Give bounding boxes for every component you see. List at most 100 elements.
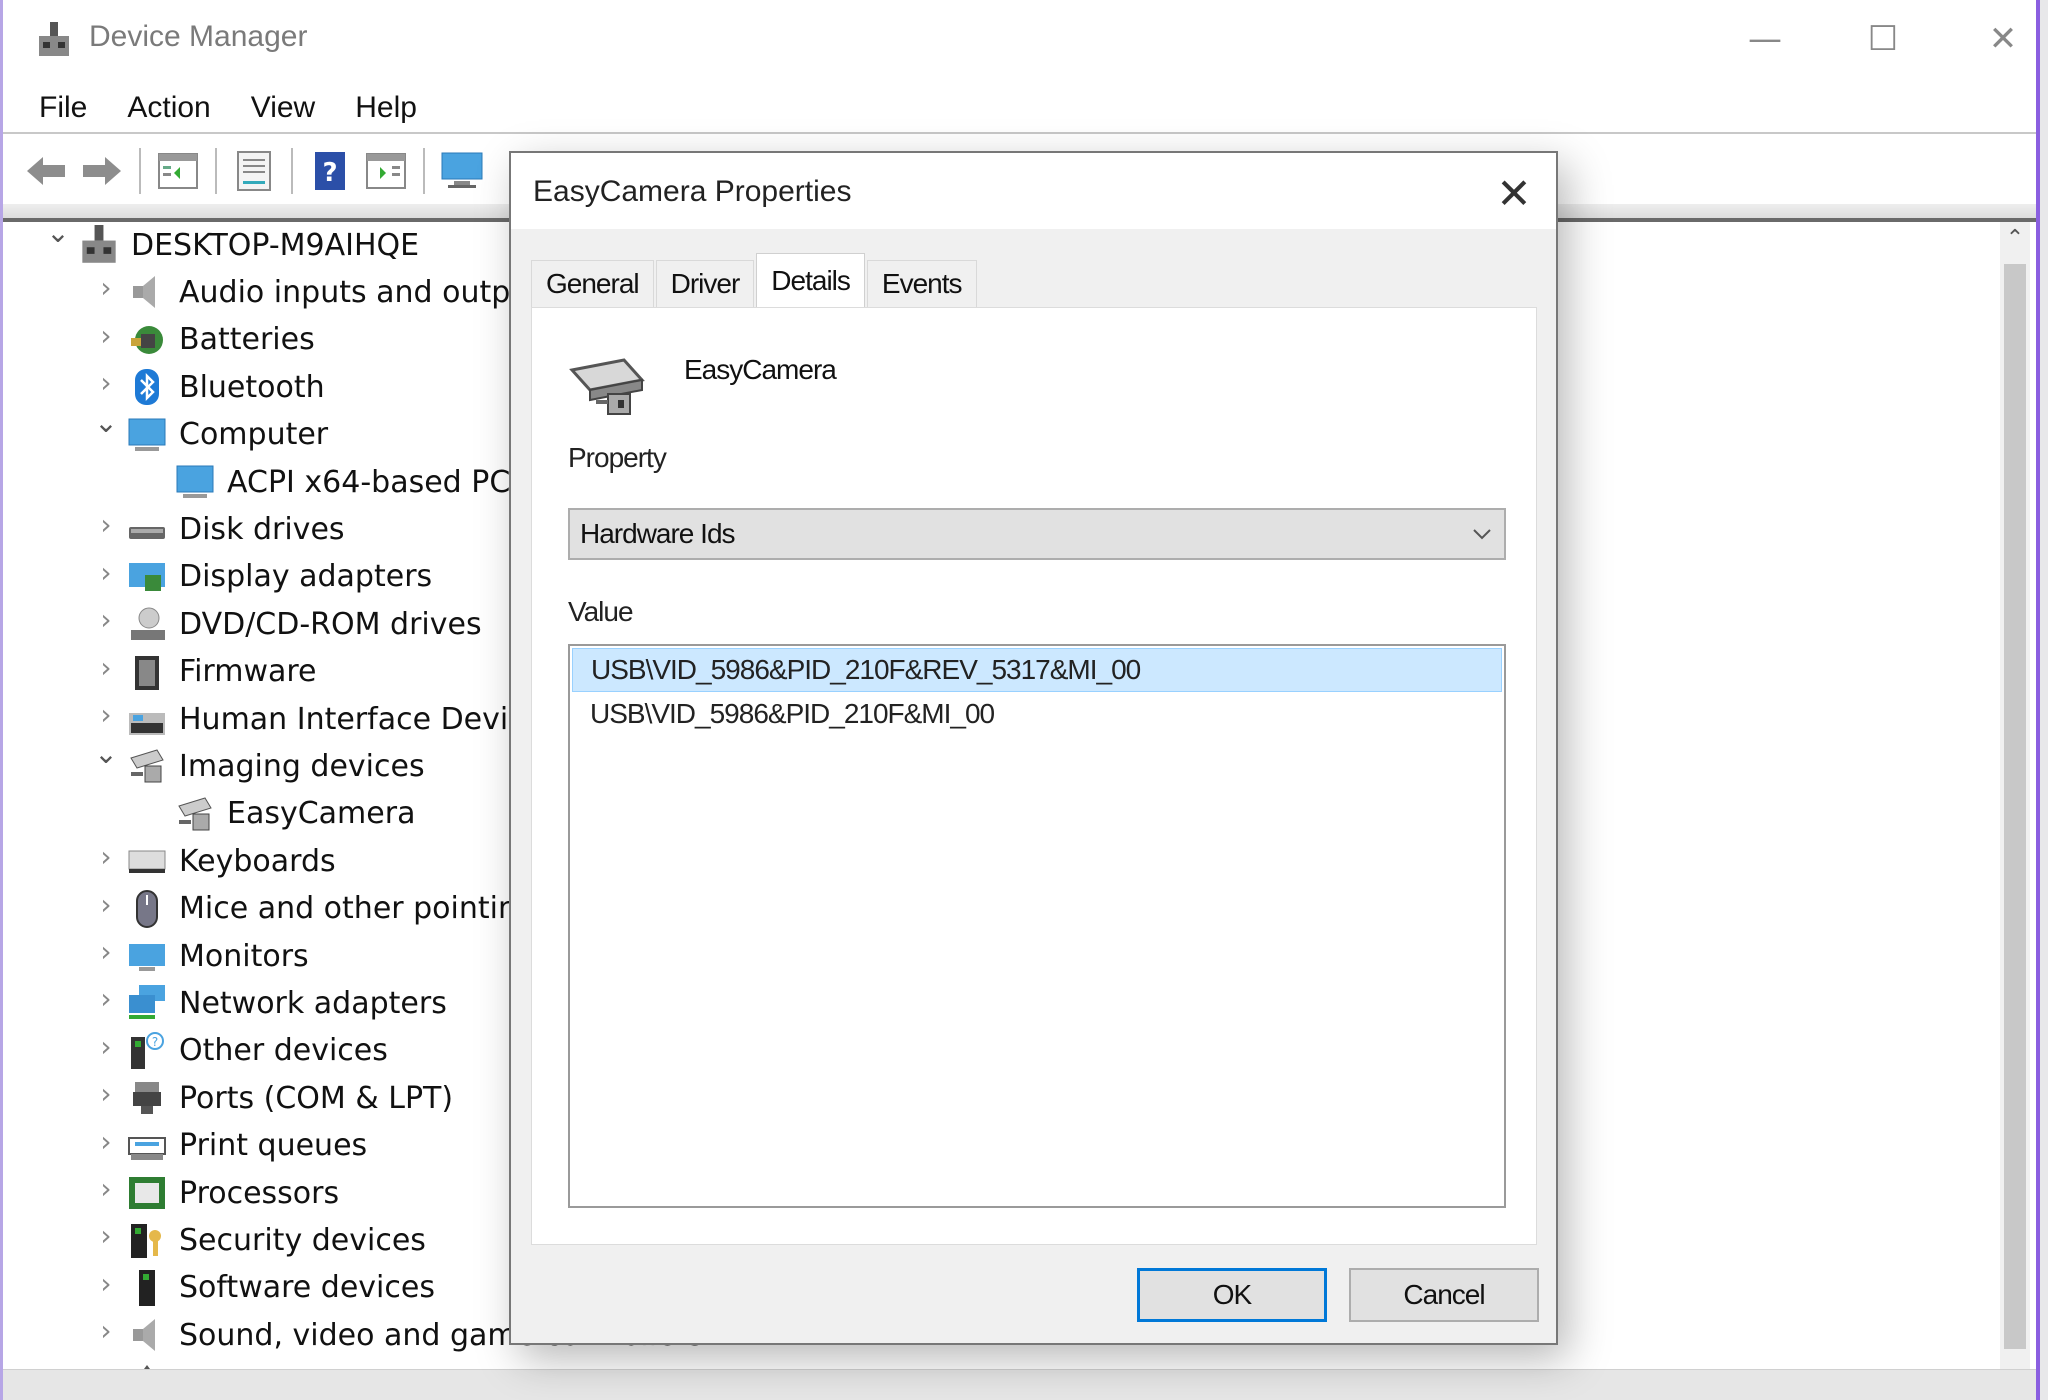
- chevron-right-icon[interactable]: ›: [91, 1077, 121, 1110]
- network-adapter-icon: [127, 983, 167, 1023]
- chevron-right-icon[interactable]: ›: [91, 366, 121, 399]
- property-label: Property: [568, 442, 667, 473]
- value-list-item[interactable]: USB\VID_5986&PID_210F&REV_5317&MI_00: [572, 648, 1502, 692]
- chevron-right-icon[interactable]: ›: [91, 982, 121, 1015]
- window-title: Device Manager: [89, 20, 308, 53]
- tab-driver[interactable]: Driver: [655, 260, 755, 307]
- chevron-down-icon[interactable]: ⌄: [91, 406, 121, 439]
- chevron-right-icon[interactable]: ›: [91, 840, 121, 873]
- chevron-right-icon[interactable]: ›: [91, 1172, 121, 1205]
- properties-dialog: EasyCamera Properties ✕ General Driver D…: [509, 151, 1558, 1345]
- camera-icon: [569, 358, 645, 415]
- chevron-right-icon[interactable]: ›: [91, 319, 121, 352]
- tree-item-label: Network adapters: [179, 985, 447, 1021]
- display-adapter-icon: [127, 557, 167, 597]
- dialog-title-bar[interactable]: EasyCamera Properties ✕: [511, 153, 1556, 229]
- firmware-icon: [127, 652, 167, 692]
- scan-hardware-button[interactable]: [439, 148, 485, 194]
- tree-item-label: DVD/CD-ROM drives: [179, 606, 482, 642]
- details-panel: EasyCamera Property Hardware Ids Value U…: [531, 307, 1537, 1245]
- tab-events[interactable]: Events: [866, 260, 977, 307]
- show-hide-console-tree-button[interactable]: [155, 148, 201, 194]
- title-bar[interactable]: Device Manager — ☐ ✕: [3, 0, 2036, 80]
- chevron-right-icon[interactable]: ›: [91, 1125, 121, 1158]
- scrollbar-thumb[interactable]: [2004, 264, 2026, 1349]
- back-button[interactable]: [23, 148, 69, 194]
- menu-file[interactable]: File: [39, 91, 87, 125]
- property-dropdown[interactable]: Hardware Ids: [568, 508, 1506, 560]
- speaker-icon: [127, 272, 167, 312]
- menu-view[interactable]: View: [251, 91, 315, 125]
- maximize-icon: ☐: [1867, 19, 1899, 59]
- maximize-button[interactable]: ☐: [1853, 14, 1913, 64]
- forward-icon: [83, 157, 121, 185]
- minimize-button[interactable]: —: [1735, 14, 1795, 64]
- svg-text:?: ?: [322, 158, 337, 188]
- svg-text:?: ?: [152, 1035, 158, 1049]
- ok-button[interactable]: OK: [1137, 1268, 1327, 1322]
- chevron-right-icon[interactable]: ›: [91, 888, 121, 921]
- tree-item-label: Monitors: [179, 938, 309, 974]
- dvd-drive-icon: [127, 604, 167, 644]
- mouse-icon: [127, 889, 167, 929]
- monitor-icon: [127, 936, 167, 976]
- tree-item-label: Computer: [179, 417, 329, 453]
- tree-item-label: Firmware: [179, 654, 317, 690]
- value-list-item[interactable]: USB\VID_5986&PID_210F&MI_00: [572, 692, 1502, 736]
- tab-general[interactable]: General: [531, 260, 654, 307]
- camera-icon: [127, 746, 167, 786]
- close-window-button[interactable]: ✕: [1973, 14, 2033, 64]
- tree-item-label: EasyCamera: [227, 796, 416, 832]
- chevron-right-icon[interactable]: ›: [91, 698, 121, 731]
- property-dropdown-value: Hardware Ids: [580, 518, 736, 549]
- scroll-up-icon[interactable]: ⌃: [2000, 226, 2030, 256]
- chevron-down-icon[interactable]: ⌄: [91, 737, 121, 770]
- device-manager-icon: [39, 22, 69, 56]
- chevron-right-icon[interactable]: ›: [91, 1030, 121, 1063]
- properties-icon: [237, 151, 271, 191]
- show-hide-action-pane-button[interactable]: [363, 148, 409, 194]
- tree-item-label: Human Interface Devices: [179, 701, 559, 737]
- chevron-right-icon[interactable]: ›: [91, 556, 121, 589]
- chevron-right-icon[interactable]: ›: [91, 1219, 121, 1252]
- port-icon: [127, 1078, 167, 1118]
- chevron-right-icon[interactable]: ›: [91, 1314, 121, 1347]
- help-button[interactable]: ?: [307, 148, 353, 194]
- menu-action[interactable]: Action: [127, 91, 210, 125]
- toolbar-separator: [215, 148, 217, 194]
- menu-bar: File Action View Help: [3, 84, 2036, 134]
- value-label: Value: [568, 596, 634, 627]
- dialog-close-button[interactable]: ✕: [1488, 167, 1540, 219]
- tree-item-label: Software devices: [179, 1270, 435, 1306]
- properties-button[interactable]: [231, 148, 277, 194]
- close-icon: ✕: [1988, 19, 2018, 59]
- printer-icon: [127, 1126, 167, 1166]
- chevron-down-icon[interactable]: ⌄: [43, 222, 73, 249]
- chevron-right-icon[interactable]: ›: [91, 271, 121, 304]
- bluetooth-icon: [127, 367, 167, 407]
- toolbar-separator: [139, 148, 141, 194]
- show-hide-console-tree-icon: [158, 153, 198, 189]
- forward-button[interactable]: [79, 148, 125, 194]
- cancel-button[interactable]: Cancel: [1349, 1268, 1539, 1322]
- chevron-right-icon[interactable]: ›: [91, 603, 121, 636]
- tab-strip: General Driver Details Events: [531, 253, 979, 308]
- chevron-right-icon[interactable]: ›: [91, 651, 121, 684]
- close-icon: ✕: [1496, 168, 1532, 218]
- tree-item-label: Security devices: [179, 1222, 426, 1258]
- tree-item-label: Imaging devices: [179, 748, 425, 784]
- menu-help[interactable]: Help: [355, 91, 417, 125]
- processor-icon: [127, 1173, 167, 1213]
- tree-item-label: Batteries: [179, 322, 315, 358]
- tree-scrollbar[interactable]: ⌃: [2000, 222, 2030, 1370]
- tab-details[interactable]: Details: [756, 253, 865, 308]
- chevron-right-icon[interactable]: ›: [91, 935, 121, 968]
- computer-icon: [127, 415, 167, 455]
- camera-icon: [175, 794, 215, 834]
- value-listbox[interactable]: USB\VID_5986&PID_210F&REV_5317&MI_00 USB…: [568, 644, 1506, 1208]
- chevron-right-icon[interactable]: ›: [91, 1267, 121, 1300]
- dialog-title: EasyCamera Properties: [533, 175, 852, 208]
- chevron-right-icon[interactable]: ›: [91, 508, 121, 541]
- tree-item-label: Print queues: [179, 1128, 368, 1164]
- toolbar-separator: [423, 148, 425, 194]
